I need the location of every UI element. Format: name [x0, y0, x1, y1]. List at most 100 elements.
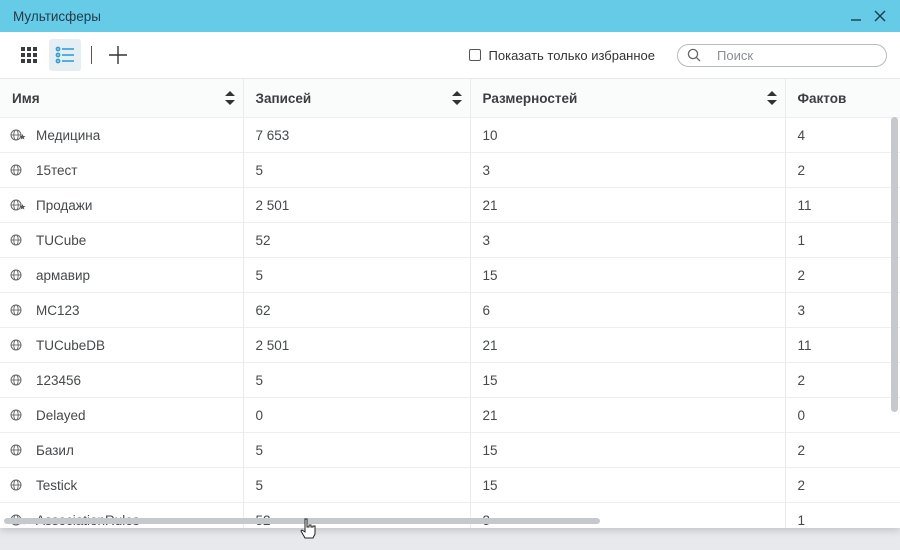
sphere-icon — [10, 478, 26, 492]
cell-name: армавир — [0, 257, 244, 293]
cell-dimensions: 15 — [470, 467, 786, 503]
column-header-facts[interactable]: Фактов — [785, 79, 900, 118]
sphere-icon — [10, 338, 26, 352]
cell-facts: 2 — [785, 257, 900, 293]
table-row[interactable]: Базил 5 15 2 — [0, 432, 900, 468]
search-box[interactable] — [677, 43, 887, 67]
search-icon — [687, 48, 701, 62]
column-header-name[interactable]: Имя — [0, 79, 244, 118]
favorites-only-label: Показать только избранное — [488, 47, 655, 63]
table-row[interactable]: 15тест 5 3 2 — [0, 152, 900, 188]
favorites-only-checkbox[interactable]: Показать только избранное — [468, 47, 655, 63]
table-row[interactable]: Продажи 2 501 21 11 — [0, 187, 900, 223]
cell-records: 7 653 — [243, 117, 471, 153]
cell-name: Delayed — [0, 397, 244, 433]
table-header-row: Имя Записей Размерностей Фактов — [0, 79, 900, 118]
multisphere-name: Testick — [36, 477, 78, 493]
cell-dimensions: 6 — [470, 292, 786, 328]
grid-view-icon — [21, 47, 37, 63]
cell-name: 123456 — [0, 362, 244, 398]
close-icon — [874, 10, 886, 22]
cell-records: 52 — [243, 502, 471, 528]
sort-icon[interactable] — [451, 91, 462, 105]
table-row[interactable]: Delayed 0 21 0 — [0, 397, 900, 433]
cell-dimensions: 10 — [470, 117, 786, 153]
sphere-star-icon — [10, 198, 26, 212]
table-row[interactable]: армавир 5 15 2 — [0, 257, 900, 293]
column-header-label: Фактов — [797, 90, 847, 106]
table-row[interactable]: AssociationRules5231 — [0, 502, 900, 528]
sphere-icon — [10, 408, 26, 422]
cell-dimensions: 15 — [470, 362, 786, 398]
cell-dimensions: 21 — [470, 397, 786, 433]
close-button[interactable] — [868, 4, 892, 28]
cell-dimensions: 21 — [470, 327, 786, 363]
table-row[interactable]: TUCube 52 3 1 — [0, 222, 900, 258]
sphere-star-icon — [10, 128, 26, 142]
add-button[interactable] — [102, 39, 134, 71]
multisphere-name: армавир — [36, 267, 91, 283]
cell-records: 2 501 — [243, 187, 471, 223]
list-view-icon — [55, 46, 74, 64]
column-header-records[interactable]: Записей — [243, 79, 471, 118]
column-header-label: Имя — [12, 90, 40, 106]
cell-facts: 2 — [785, 362, 900, 398]
plus-icon — [109, 46, 127, 64]
cell-name: AssociationRules — [0, 502, 244, 528]
sort-icon[interactable] — [766, 91, 777, 105]
multisphere-name: MC123 — [36, 302, 80, 318]
sphere-icon — [10, 373, 26, 387]
multisphere-name: 15тест — [36, 162, 78, 178]
cell-records: 5 — [243, 467, 471, 503]
toolbar: Показать только избранное — [0, 32, 900, 79]
minimize-icon — [851, 19, 861, 21]
cell-dimensions: 15 — [470, 432, 786, 468]
cell-records: 52 — [243, 222, 471, 258]
checkbox-icon[interactable] — [468, 49, 481, 61]
column-header-label: Записей — [255, 90, 312, 106]
table-row[interactable]: Testick 5 15 2 — [0, 467, 900, 503]
multisphere-name: Медицина — [36, 127, 101, 143]
multisphere-name: Базил — [36, 442, 74, 458]
table-row[interactable]: Медицина 7 653 10 4 — [0, 117, 900, 153]
cell-records: 5 — [243, 432, 471, 468]
sphere-icon — [10, 163, 26, 177]
cell-dimensions: 3 — [470, 502, 786, 528]
search-input[interactable] — [715, 46, 869, 64]
cell-records: 5 — [243, 362, 471, 398]
cell-name: Базил — [0, 432, 244, 468]
cell-facts: 1 — [785, 502, 900, 528]
list-view-button[interactable] — [49, 39, 81, 71]
multispheres-table: Имя Записей Размерностей Фактов Медицина… — [0, 79, 900, 528]
multisphere-name: TUCubeDB — [36, 337, 106, 353]
cell-dimensions: 15 — [470, 257, 786, 293]
cell-name: Продажи — [0, 187, 244, 223]
cell-facts: 2 — [785, 432, 900, 468]
cell-records: 62 — [243, 292, 471, 328]
cell-name: Testick — [0, 467, 244, 503]
sort-icon[interactable] — [224, 91, 235, 105]
cell-records: 2 501 — [243, 327, 471, 363]
table-row[interactable]: TUCubeDB 2 501 21 11 — [0, 327, 900, 363]
toolbar-divider — [91, 46, 92, 64]
multisphere-name: Продажи — [36, 197, 93, 213]
multisphere-name: 123456 — [36, 372, 82, 388]
title-bar: Мультисферы — [0, 0, 900, 32]
cell-name: TUCubeDB — [0, 327, 244, 363]
cell-records: 5 — [243, 257, 471, 293]
hand-cursor-icon — [300, 518, 316, 539]
cell-dimensions: 3 — [470, 152, 786, 188]
minimize-button[interactable] — [844, 4, 868, 28]
grid-view-button[interactable] — [13, 39, 45, 71]
sphere-icon — [10, 303, 26, 317]
multispheres-window: Мультисферы Показать только избранное По… — [0, 0, 900, 528]
cell-facts: 11 — [785, 187, 900, 223]
cell-facts: 0 — [785, 397, 900, 433]
vertical-scrollbar[interactable] — [891, 117, 898, 412]
cell-name: TUCube — [0, 222, 244, 258]
table-row[interactable]: 123456 5 15 2 — [0, 362, 900, 398]
table-row[interactable]: MC123 62 6 3 — [0, 292, 900, 328]
sphere-icon — [10, 443, 26, 457]
column-header-dimensions[interactable]: Размерностей — [470, 79, 786, 118]
cell-records: 0 — [243, 397, 471, 433]
